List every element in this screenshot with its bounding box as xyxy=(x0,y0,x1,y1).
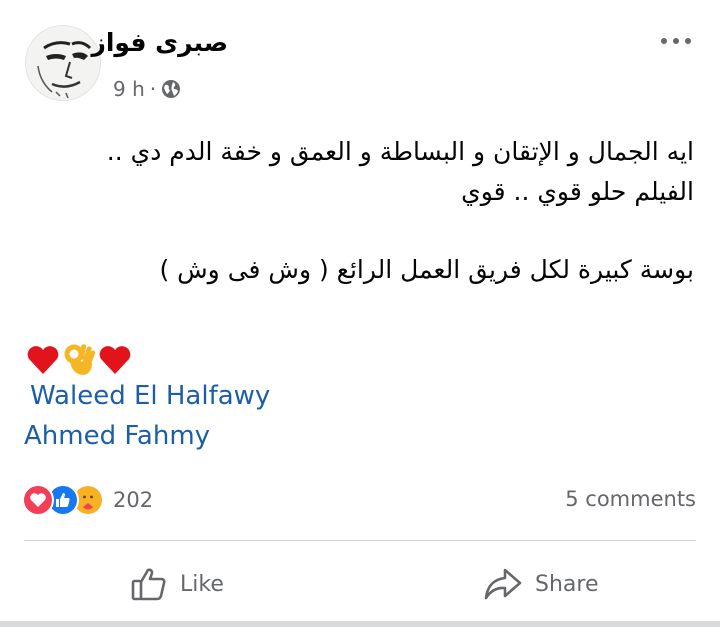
red-heart-icon xyxy=(99,346,131,374)
reaction-count: 202 xyxy=(113,488,154,512)
bottom-edge xyxy=(0,621,720,627)
like-button[interactable]: Like xyxy=(130,560,224,608)
mention-link[interactable]: Waleed El Halfawy xyxy=(30,381,270,411)
post-header: صبرى فواز 9 h · xyxy=(0,0,720,110)
emoji-row xyxy=(26,340,132,380)
share-button[interactable]: Share xyxy=(483,560,599,608)
avatar-sketch-icon xyxy=(37,41,92,99)
more-options-icon[interactable] xyxy=(661,31,691,51)
post-text-line: ايه الجمال و الإتقان و البساطة و العمق و… xyxy=(106,137,694,166)
globe-icon xyxy=(162,80,181,98)
post-text-line: بوسة كبيرة لكل فريق العمل الرائع ( وش فى… xyxy=(159,255,694,284)
mention-link[interactable]: Ahmed Fahmy xyxy=(24,421,210,451)
post-body: ايه الجمال و الإتقان و البساطة و العمق و… xyxy=(34,132,694,290)
avatar[interactable] xyxy=(25,25,101,101)
divider xyxy=(24,540,696,541)
post-text-line: الفيلم حلو قوي .. قوي xyxy=(461,177,694,206)
meta-separator: · xyxy=(149,77,157,101)
love-reaction-icon xyxy=(22,484,54,516)
ok-hand-icon xyxy=(64,344,96,375)
reactions-summary[interactable]: 202 xyxy=(22,484,153,516)
author-name[interactable]: صبرى فواز xyxy=(91,28,228,57)
share-label: Share xyxy=(535,571,599,597)
like-label: Like xyxy=(180,571,224,597)
post-time[interactable]: 9 h xyxy=(113,77,145,101)
thumbs-up-icon xyxy=(131,568,166,601)
red-heart-icon xyxy=(27,346,59,374)
share-arrow-icon xyxy=(484,568,522,600)
comments-count[interactable]: 5 comments xyxy=(565,487,696,511)
reaction-icons xyxy=(22,484,104,516)
post-meta: 9 h · xyxy=(113,77,181,101)
